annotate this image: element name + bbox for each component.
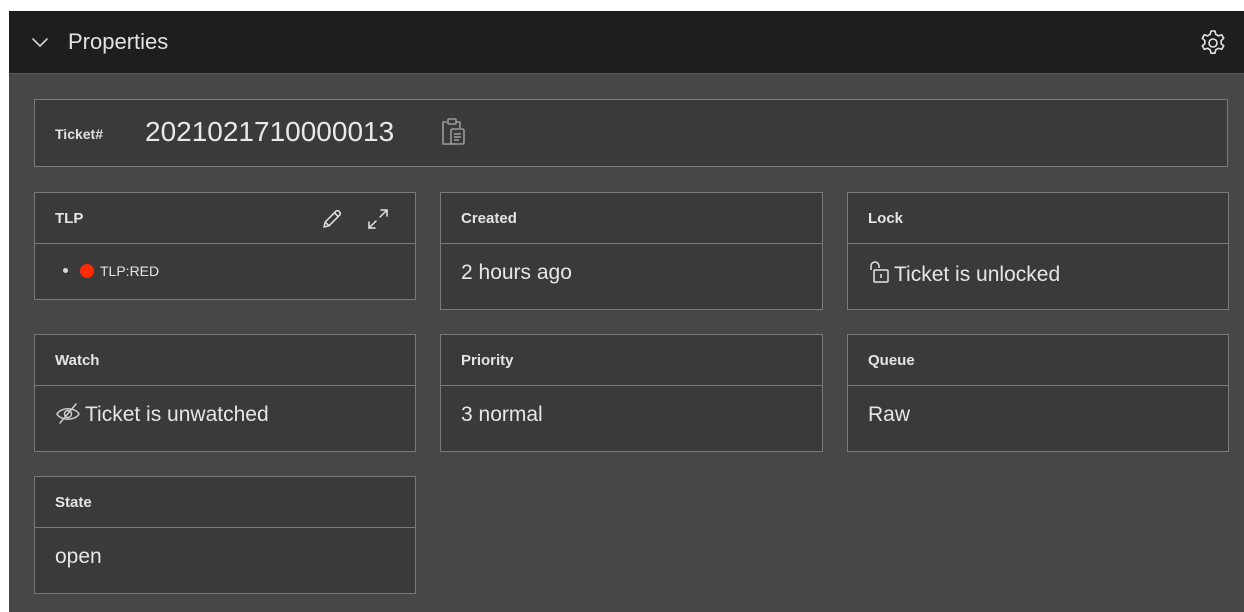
queue-card: Queue Raw: [847, 334, 1229, 452]
watch-card-title: Watch: [55, 352, 100, 369]
ticket-number-box: Ticket# 2021021710000013: [34, 99, 1228, 167]
lock-card-title: Lock: [868, 210, 904, 227]
lock-value-row: Ticket is unlocked: [868, 260, 1060, 288]
tlp-value: TLP:RED: [100, 263, 160, 279]
queue-card-title: Queue: [868, 352, 915, 369]
state-value: open: [55, 545, 102, 568]
chevron-down-icon[interactable]: [31, 33, 49, 51]
state-card-title: State: [55, 494, 92, 511]
tlp-card: TLP TLP:RED: [34, 192, 416, 300]
properties-header[interactable]: Properties: [9, 11, 1244, 74]
lock-card: Lock Ticket is unlocked: [847, 192, 1229, 310]
watch-value-row: Ticket is unwatched: [55, 402, 269, 428]
priority-card: Priority 3 normal: [440, 334, 823, 452]
eye-slash-icon: [56, 403, 80, 424]
priority-card-header: Priority: [441, 335, 822, 386]
clipboard-icon[interactable]: [439, 117, 467, 147]
state-card: State open: [34, 476, 416, 594]
pencil-icon[interactable]: [320, 207, 344, 231]
expand-icon[interactable]: [366, 207, 390, 231]
watch-value: Ticket is unwatched: [85, 403, 269, 426]
watch-card: Watch Ticket is unwatched: [34, 334, 416, 452]
ticket-label: Ticket#: [55, 126, 103, 142]
created-value: 2 hours ago: [461, 261, 572, 284]
tlp-card-header: TLP: [35, 193, 415, 244]
priority-card-title: Priority: [461, 352, 514, 369]
queue-value: Raw: [868, 403, 911, 426]
queue-card-header: Queue: [848, 335, 1228, 386]
created-card-header: Created: [441, 193, 822, 244]
lock-value: Ticket is unlocked: [894, 263, 1061, 286]
panel-title: Properties: [68, 29, 169, 54]
created-card-title: Created: [461, 210, 517, 227]
tlp-list-item: TLP:RED: [63, 261, 159, 281]
tlp-card-title: TLP: [55, 210, 84, 227]
gear-icon[interactable]: [1198, 28, 1228, 58]
created-card: Created 2 hours ago: [440, 192, 823, 310]
tlp-red-dot: [80, 264, 94, 278]
list-bullet: [63, 268, 68, 273]
ticket-number: 2021021710000013: [145, 116, 395, 147]
watch-card-header: Watch: [35, 335, 415, 386]
lock-card-header: Lock: [848, 193, 1228, 244]
state-card-header: State: [35, 477, 415, 528]
properties-panel: Properties Ticket# 2021021710000013 TLP …: [9, 11, 1244, 612]
unlock-icon: [870, 261, 889, 283]
priority-value: 3 normal: [461, 403, 543, 426]
